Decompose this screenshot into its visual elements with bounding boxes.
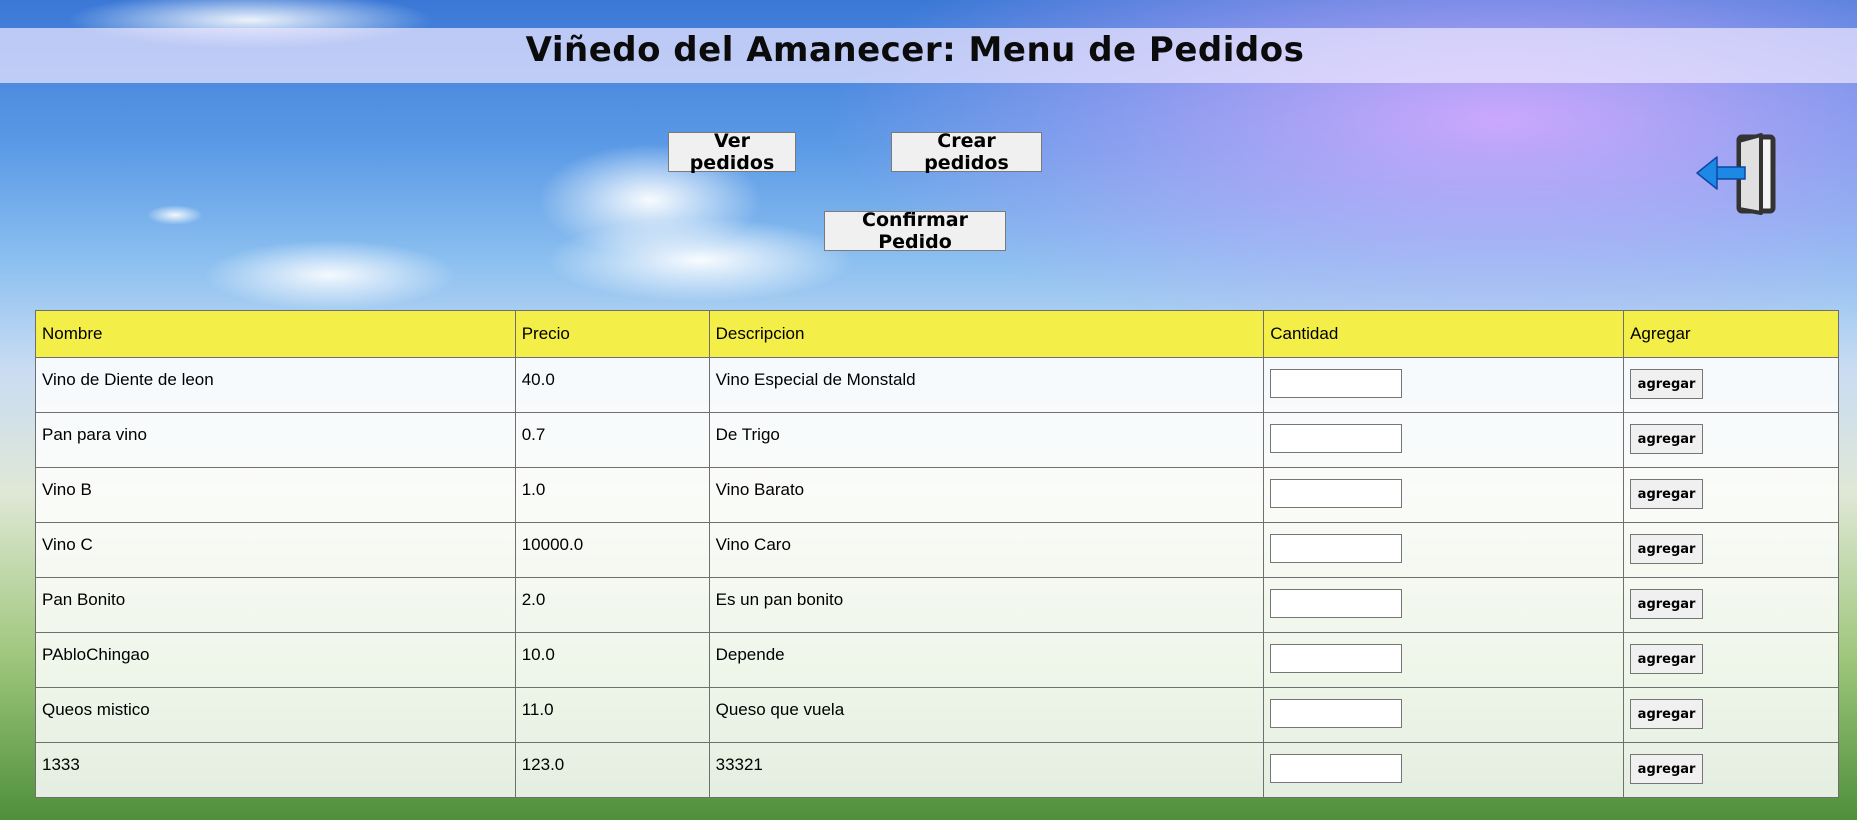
cell-precio: 123.0 — [514, 742, 710, 798]
cell-descripcion: 33321 — [708, 742, 1265, 798]
cell-precio: 2.0 — [514, 577, 710, 633]
cell-cantidad — [1263, 522, 1625, 578]
cell-precio: 40.0 — [514, 357, 710, 413]
cell-agregar: agregar — [1623, 632, 1839, 688]
cell-descripcion: Vino Caro — [708, 522, 1265, 578]
cell-cantidad — [1263, 742, 1625, 798]
crear-pedidos-button[interactable]: Crear pedidos — [891, 130, 1042, 174]
quantity-input[interactable] — [1270, 424, 1403, 453]
cell-descripcion: De Trigo — [708, 412, 1265, 468]
table-row: 1333 123.0 33321 agregar — [35, 742, 1839, 798]
table-row: Vino de Diente de leon 40.0 Vino Especia… — [35, 357, 1839, 413]
cell-descripcion: Depende — [708, 632, 1265, 688]
table-row: PAbloChingao 10.0 Depende agregar — [35, 632, 1839, 688]
cell-nombre: 1333 — [35, 742, 516, 798]
quantity-input[interactable] — [1270, 754, 1403, 783]
cell-precio: 1.0 — [514, 467, 710, 523]
cell-descripcion: Queso que vuela — [708, 687, 1265, 743]
table-row: Pan para vino 0.7 De Trigo agregar — [35, 412, 1839, 468]
ver-pedidos-button[interactable]: Ver pedidos — [668, 130, 796, 174]
add-button[interactable]: agregar — [1630, 424, 1704, 454]
cell-agregar: agregar — [1623, 577, 1839, 633]
cell-precio: 0.7 — [514, 412, 710, 468]
cell-nombre: Pan Bonito — [35, 577, 516, 633]
cell-agregar: agregar — [1623, 412, 1839, 468]
quantity-input[interactable] — [1270, 369, 1403, 398]
column-header-nombre: Nombre — [35, 310, 516, 358]
add-button[interactable]: agregar — [1630, 699, 1704, 729]
cell-precio: 10.0 — [514, 632, 710, 688]
cell-precio: 10000.0 — [514, 522, 710, 578]
cell-descripcion: Vino Especial de Monstald — [708, 357, 1265, 413]
quantity-input[interactable] — [1270, 534, 1403, 563]
cell-agregar: agregar — [1623, 357, 1839, 413]
cell-cantidad — [1263, 357, 1625, 413]
cell-agregar: agregar — [1623, 687, 1839, 743]
logout-icon[interactable] — [1695, 133, 1785, 215]
table-row: Vino B 1.0 Vino Barato agregar — [35, 467, 1839, 523]
add-button[interactable]: agregar — [1630, 479, 1704, 509]
cell-precio: 11.0 — [514, 687, 710, 743]
quantity-input[interactable] — [1270, 479, 1403, 508]
products-table: Nombre Precio Descripcion Cantidad Agreg… — [35, 310, 1839, 798]
add-button[interactable]: agregar — [1630, 369, 1704, 399]
cell-cantidad — [1263, 687, 1625, 743]
add-button[interactable]: agregar — [1630, 534, 1704, 564]
page-title: Viñedo del Amanecer: Menu de Pedidos — [525, 30, 1305, 70]
cell-nombre: Vino de Diente de leon — [35, 357, 516, 413]
cell-cantidad — [1263, 577, 1625, 633]
add-button[interactable]: agregar — [1630, 644, 1704, 674]
cell-agregar: agregar — [1623, 467, 1839, 523]
cell-cantidad — [1263, 412, 1625, 468]
quantity-input[interactable] — [1270, 589, 1403, 618]
cell-descripcion: Vino Barato — [708, 467, 1265, 523]
table-row: Pan Bonito 2.0 Es un pan bonito agregar — [35, 577, 1839, 633]
table-row: Vino C 10000.0 Vino Caro agregar — [35, 522, 1839, 578]
confirmar-pedido-button[interactable]: Confirmar Pedido — [824, 209, 1006, 253]
column-header-descripcion: Descripcion — [708, 310, 1265, 358]
cell-nombre: Vino B — [35, 467, 516, 523]
cell-agregar: agregar — [1623, 522, 1839, 578]
cell-descripcion: Es un pan bonito — [708, 577, 1265, 633]
add-button[interactable]: agregar — [1630, 754, 1704, 784]
cell-agregar: agregar — [1623, 742, 1839, 798]
cell-cantidad — [1263, 467, 1625, 523]
column-header-agregar: Agregar — [1623, 310, 1839, 358]
cell-nombre: PAbloChingao — [35, 632, 516, 688]
cell-nombre: Queos mistico — [35, 687, 516, 743]
quantity-input[interactable] — [1270, 699, 1403, 728]
cell-nombre: Vino C — [35, 522, 516, 578]
column-header-cantidad: Cantidad — [1263, 310, 1625, 358]
cell-cantidad — [1263, 632, 1625, 688]
add-button[interactable]: agregar — [1630, 589, 1704, 619]
table-row: Queos mistico 11.0 Queso que vuela agreg… — [35, 687, 1839, 743]
table-header-row: Nombre Precio Descripcion Cantidad Agreg… — [35, 310, 1839, 358]
column-header-precio: Precio — [514, 310, 710, 358]
quantity-input[interactable] — [1270, 644, 1403, 673]
cell-nombre: Pan para vino — [35, 412, 516, 468]
